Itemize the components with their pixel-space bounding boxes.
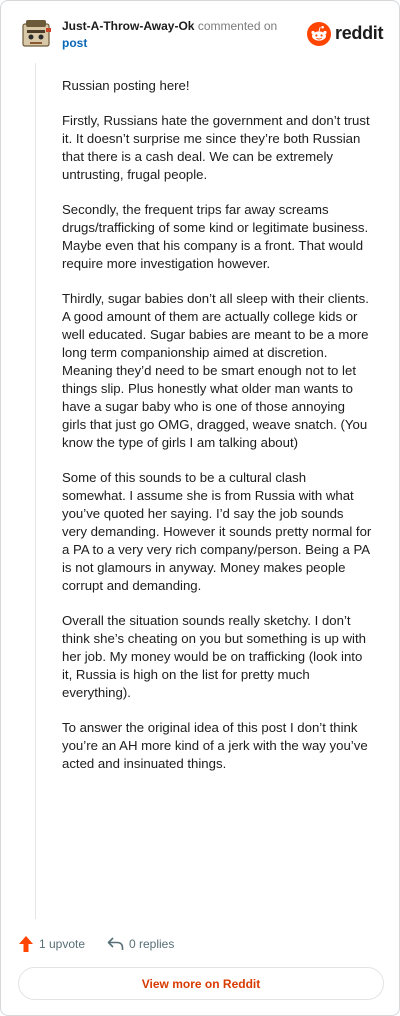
post-link[interactable]: post [62, 36, 87, 50]
comment-paragraph: Overall the situation sounds really sket… [62, 613, 366, 700]
comment-header: Just-A-Throw-Away-Ok commented on post r… [19, 15, 384, 55]
comment-paragraph: Some of this sounds to be a cultural cla… [62, 470, 372, 593]
comment-actions: 1 upvote 0 replies [18, 934, 378, 954]
upvote-button[interactable]: 1 upvote [18, 934, 85, 954]
comment-paragraph: Secondly, the frequent trips far away sc… [62, 202, 369, 271]
comment-paragraph: Russian posting here! [62, 78, 190, 93]
username-link[interactable]: Just-A-Throw-Away-Ok [62, 19, 194, 33]
reddit-wordmark: reddit [335, 23, 384, 43]
thread-line [35, 63, 36, 919]
comment-meta: Just-A-Throw-Away-Ok commented on post [62, 18, 312, 52]
reply-arrow-icon [107, 937, 124, 950]
avatar[interactable] [19, 17, 53, 51]
commented-on-text: commented on [197, 19, 278, 33]
reddit-logo[interactable]: reddit [307, 21, 384, 47]
comment-body: Russian posting here! Firstly, Russians … [62, 77, 372, 790]
upvote-arrow-icon [19, 936, 33, 952]
replies-count: 0 replies [129, 937, 175, 951]
comment-embed-card: Just-A-Throw-Away-Ok commented on post r… [0, 0, 400, 1016]
view-more-button[interactable]: View more on Reddit [18, 967, 384, 1000]
replies-button[interactable]: 0 replies [107, 934, 174, 954]
reddit-logo-icon [307, 22, 331, 46]
comment-paragraph: To answer the original idea of this post… [62, 720, 368, 771]
comment-paragraph: Firstly, Russians hate the government an… [62, 113, 370, 182]
comment-paragraph: Thirdly, sugar babies don’t all sleep wi… [62, 291, 369, 450]
upvote-count: 1 upvote [39, 937, 86, 951]
